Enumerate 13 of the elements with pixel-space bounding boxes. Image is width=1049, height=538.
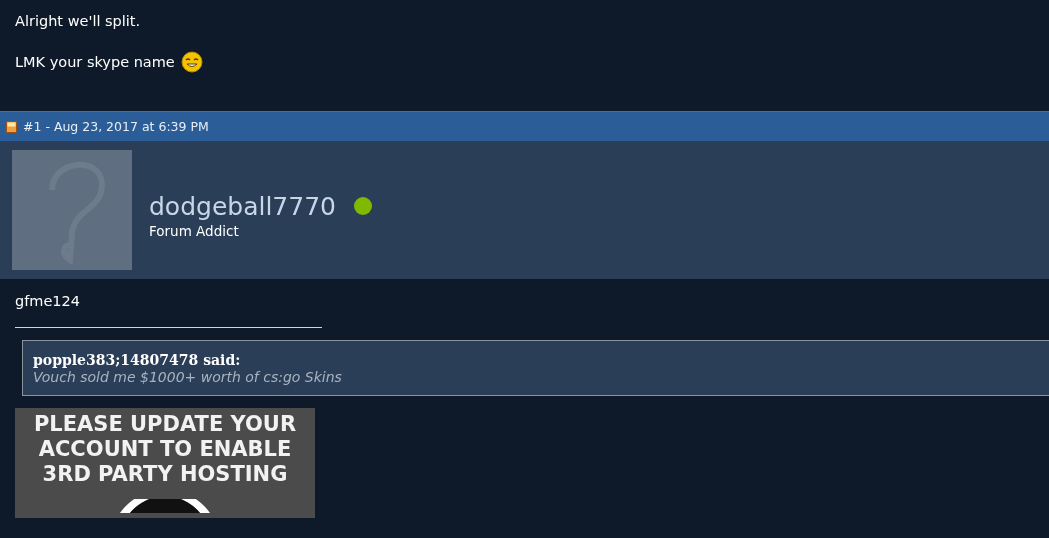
username-link[interactable]: dodgeball7770	[149, 191, 336, 221]
banner-text: ACCOUNT TO ENABLE	[38, 437, 292, 462]
banner-text: PLEASE UPDATE YOUR	[33, 412, 297, 437]
post-icon	[6, 120, 17, 133]
message-text: LMK your skype name	[15, 53, 175, 70]
message-text: gfme124	[15, 293, 82, 311]
user-rank: Forum Addict	[149, 222, 240, 239]
message-text: Alright we'll split.	[15, 12, 141, 29]
banner-text: 3RD PARTY HOSTING	[42, 462, 288, 487]
avatar-placeholder[interactable]	[12, 150, 132, 270]
post-date: #1 - Aug 23, 2017 at 6:39 PM	[23, 119, 209, 134]
quote-text: Vouch sold me $1000+ worth of cs:go Skins	[33, 369, 343, 385]
quote-author: popple383;14807478 said:	[33, 352, 242, 368]
